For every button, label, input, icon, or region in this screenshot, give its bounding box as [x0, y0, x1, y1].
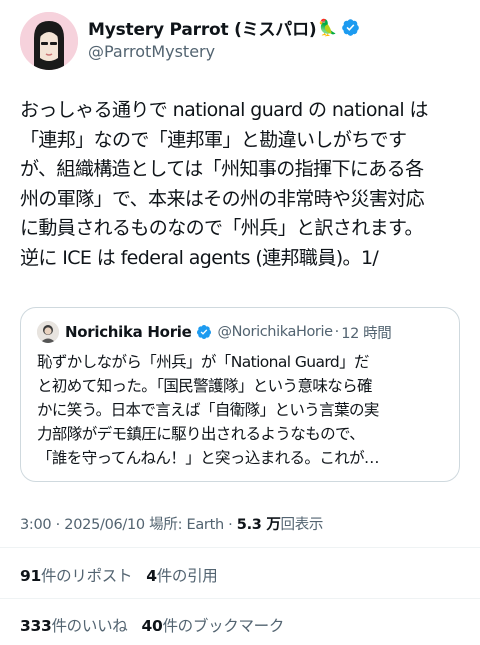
divider: [0, 598, 480, 599]
quoted-tweet-text: 恥ずかしながら「州兵」が「National Guard」だ と初めて知った。「国…: [37, 353, 380, 467]
reposts-label: 件のリポスト: [40, 567, 133, 585]
likes-count: 333: [20, 617, 52, 635]
verified-badge-icon: [342, 18, 360, 36]
quotes-link[interactable]: 4件の引用: [146, 567, 218, 585]
tweet-meta: 3:00 · 2025/06/10 場所: Earth · 5.3 万回表示: [20, 513, 323, 534]
parrot-emoji: 🦜: [317, 17, 338, 37]
tweet-text: おっしゃる通りで national guard の national は 「連邦…: [20, 99, 428, 269]
quoted-tweet[interactable]: Norichika Horie @NorichikaHorie · 12 時間 …: [20, 307, 460, 482]
views-label: 回表示: [280, 517, 324, 533]
divider: [0, 547, 480, 548]
bookmarks-count: 40: [141, 617, 163, 635]
stats-row-likes: 333件のいいね 40件のブックマーク: [20, 614, 284, 636]
quotes-label: 件の引用: [156, 567, 218, 585]
bookmarks-link[interactable]: 40件のブックマーク: [141, 617, 284, 635]
reposts-link[interactable]: 91件のリポスト: [20, 567, 132, 585]
author-name-row[interactable]: Mystery Parrot (ミスパロ) 🦜: [88, 14, 360, 40]
quoted-tweet-header: Norichika Horie @NorichikaHorie · 12 時間: [37, 320, 392, 344]
author-handle[interactable]: @ParrotMystery: [88, 42, 215, 61]
quoted-author-avatar: [37, 321, 59, 343]
quoted-separator: ·: [334, 324, 340, 340]
tweet-timestamp[interactable]: 3:00 · 2025/06/10 場所: Earth ·: [20, 517, 237, 533]
quoted-verified-badge-icon: [196, 325, 211, 339]
views-count: 5.3 万: [236, 517, 281, 533]
author-avatar[interactable]: [20, 12, 78, 70]
likes-label: 件のいいね: [51, 617, 128, 635]
tweet-header: Mystery Parrot (ミスパロ) 🦜 @ParrotMystery: [0, 0, 480, 80]
bookmarks-label: 件のブックマーク: [162, 617, 285, 635]
quoted-author-handle: @NorichikaHorie: [217, 324, 334, 340]
quoted-author-name: Norichika Horie: [65, 323, 192, 341]
likes-link[interactable]: 333件のいいね: [20, 617, 128, 635]
quoted-timestamp: 12 時間: [341, 325, 392, 342]
author-display-name[interactable]: Mystery Parrot (ミスパロ): [88, 15, 317, 40]
quotes-count: 4: [146, 567, 157, 585]
reposts-count: 91: [20, 567, 41, 585]
stats-row-reposts: 91件のリポスト 4件の引用: [20, 564, 218, 586]
